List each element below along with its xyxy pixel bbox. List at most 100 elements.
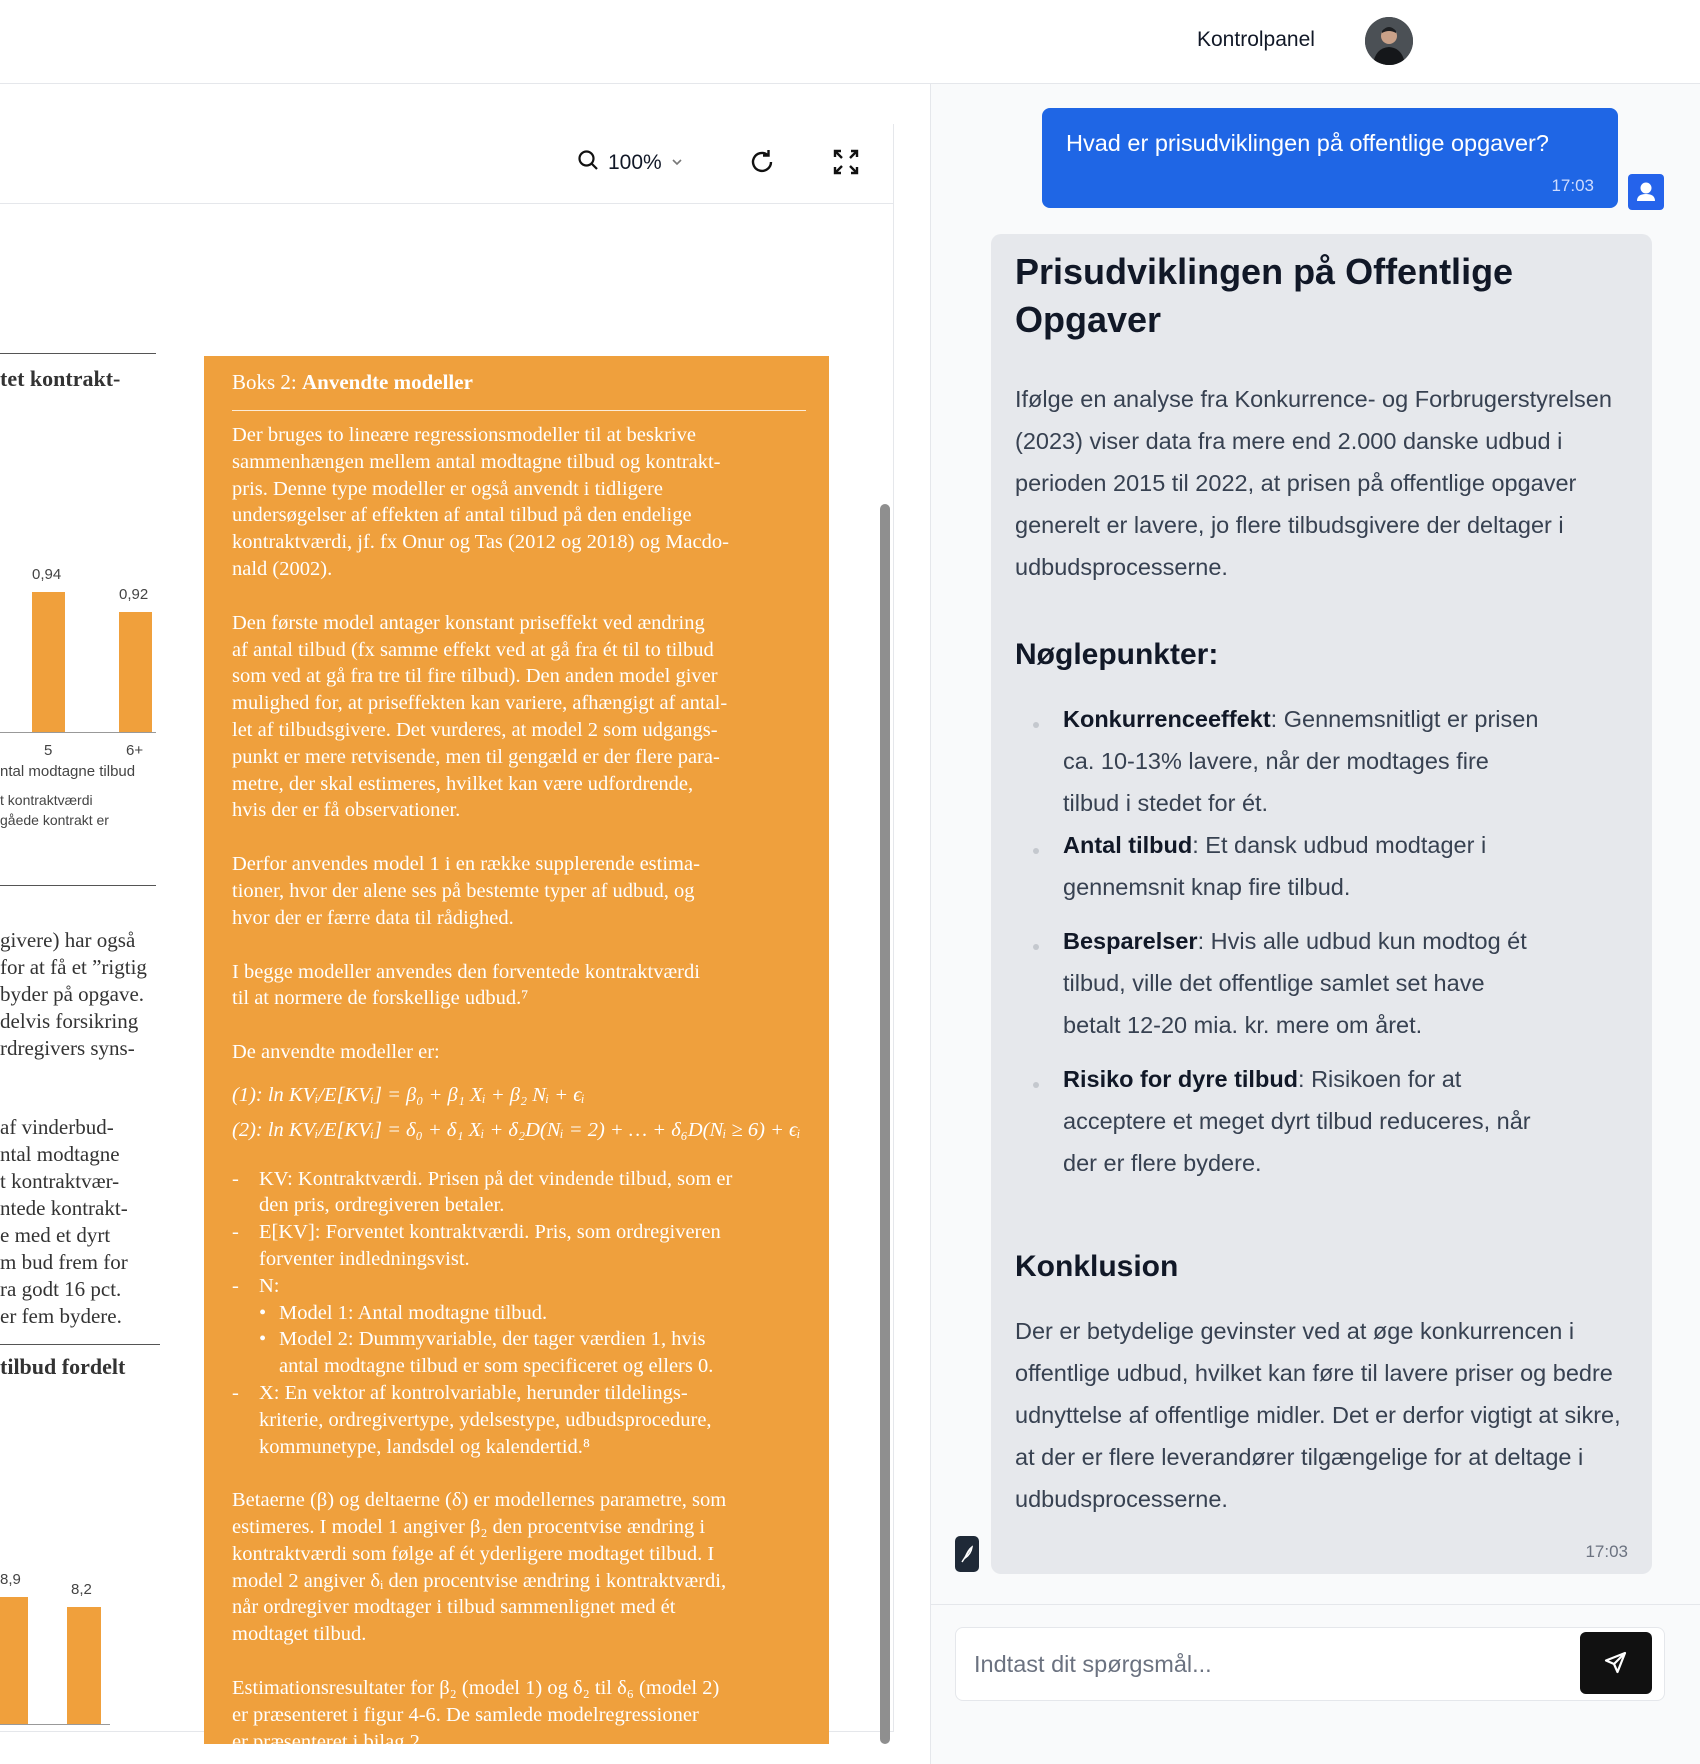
- avatar[interactable]: [1365, 17, 1413, 65]
- keypoint-label: Antal tilbud: [1063, 832, 1193, 858]
- document-viewer: 100% tet kontrakt- 0,94 0,92 5 6+ ntal m…: [0, 84, 930, 1764]
- zoom-dropdown[interactable]: 100%: [576, 148, 684, 178]
- chat-panel: Hvad er prisudviklingen på offentlige op…: [930, 84, 1700, 1764]
- list-item: N:: [232, 1273, 817, 1300]
- box-title-prefix: Boks 2:: [232, 370, 303, 394]
- keypoint-label: Besparelser: [1063, 928, 1198, 954]
- text-line: for at få et ”rigtig: [0, 955, 147, 979]
- chart-bar: [119, 612, 152, 732]
- message-timestamp: 17:03: [1551, 176, 1594, 195]
- section-heading: tet kontrakt-: [0, 366, 121, 391]
- chart-note: gåede kontrakt er: [0, 812, 109, 828]
- keypoint-item: Antal tilbud: Et dansk udbud modtager i …: [1063, 824, 1543, 908]
- list-item: Model 1: Antal modtagne tilbud.: [232, 1300, 817, 1327]
- conclusion-text: Der er betydelige gevinster ved at øge k…: [1015, 1318, 1621, 1512]
- text-line: er fem bydere.: [0, 1304, 122, 1328]
- rotate-button[interactable]: [746, 146, 778, 178]
- zoom-value: 100%: [608, 151, 662, 174]
- text-line: e med et dyrt: [0, 1223, 111, 1247]
- text-line: rdregivers syns-: [0, 1036, 135, 1060]
- keypoint-label: Risiko for dyre tilbud: [1063, 1066, 1299, 1092]
- bullet-icon: [1033, 944, 1039, 950]
- chart-note: t kontraktværdi: [0, 792, 93, 808]
- document-page: tet kontrakt- 0,94 0,92 5 6+ ntal modtag…: [0, 244, 880, 1744]
- keypoints-heading: Nøglepunkter:: [1015, 638, 1219, 671]
- box-divider: [232, 410, 806, 411]
- chart-axis: [0, 1724, 110, 1725]
- text-line: ntal modtagne: [0, 1142, 120, 1166]
- list-item: Model 2: Dummyvariable, der tager værdie…: [232, 1326, 817, 1380]
- user-message-bubble: Hvad er prisudviklingen på offentlige op…: [1042, 108, 1618, 208]
- user-message-text: Hvad er prisudviklingen på offentlige op…: [1066, 130, 1549, 156]
- expand-icon: [833, 149, 859, 175]
- text-line: m bud frem for: [0, 1250, 128, 1274]
- chevron-down-icon: [670, 151, 684, 175]
- formula-2: (2): ln KVᵢ/E[KVᵢ] = δ₀ + δ₁ Xᵢ + δ₂D(Nᵢ…: [232, 1118, 801, 1141]
- chart-bar: [67, 1607, 101, 1724]
- send-button[interactable]: [1580, 1632, 1652, 1694]
- keypoint-item: Konkurrenceeffekt: Gennemsnitligt er pri…: [1063, 698, 1543, 824]
- document-toolbar: 100%: [0, 124, 894, 204]
- axis-tick-label: 5: [44, 742, 53, 759]
- box-title: Boks 2: Anvendte modeller: [232, 370, 473, 395]
- keypoint-label: Konkurrenceeffekt: [1063, 706, 1271, 732]
- box-paragraph: Den første model antager konstant prisef…: [232, 611, 728, 822]
- assistant-message-bubble: Prisudviklingen på Offentlige Opgaver If…: [991, 234, 1652, 1574]
- divider: [0, 353, 156, 354]
- axis-label: ntal modtagne tilbud: [0, 763, 136, 780]
- list-item: KV: Kontraktværdi. Prisen på det vindend…: [232, 1166, 817, 1220]
- section-heading: tilbud fordelt: [0, 1354, 126, 1379]
- bullet-icon: [1033, 722, 1039, 728]
- bullet-icon: [1033, 1082, 1039, 1088]
- send-icon: [1604, 1651, 1627, 1674]
- document-frame: 100% tet kontrakt- 0,94 0,92 5 6+ ntal m…: [0, 124, 894, 1744]
- page-left-column: tet kontrakt- 0,94 0,92 5 6+ ntal modtag…: [0, 244, 160, 1744]
- divider: [0, 885, 156, 886]
- keypoint-item: Risiko for dyre tilbud: Risikoen for at …: [1063, 1058, 1543, 1184]
- nav-link-kontrolpanel[interactable]: Kontrolpanel: [1197, 28, 1315, 52]
- text-line: t kontraktvær-: [0, 1169, 120, 1193]
- user-icon: [1628, 174, 1664, 210]
- fullscreen-button[interactable]: [830, 146, 862, 178]
- text-line: ra godt 16 pct.: [0, 1277, 122, 1301]
- chart-axis: [0, 732, 156, 733]
- chart-bar: [0, 1597, 28, 1724]
- axis-tick-label: 6+: [126, 742, 144, 759]
- chat-input[interactable]: [974, 1646, 1554, 1682]
- box-paragraph: Betaerne (β) og deltaerne (δ) er modelle…: [232, 1489, 727, 1646]
- variable-list: KV: Kontraktværdi. Prisen på det vindend…: [232, 1166, 817, 1461]
- keypoint-item: Besparelser: Hvis alle udbud kun modtog …: [1063, 920, 1543, 1046]
- search-icon: [576, 148, 600, 178]
- box-paragraph: De anvendte modeller er:: [232, 1041, 440, 1064]
- list-item: X: En vektor af kontrolvariable, herunde…: [232, 1380, 817, 1460]
- answer-intro: Ifølge en analyse fra Konkurrence- og Fo…: [1015, 386, 1612, 580]
- message-timestamp: 17:03: [1585, 1542, 1628, 1561]
- divider: [0, 1344, 160, 1345]
- bar-value-label: 8,9: [0, 1571, 21, 1588]
- answer-title: Prisudviklingen på Offentlige Opgaver: [1015, 251, 1514, 340]
- refresh-icon: [751, 150, 773, 173]
- top-bar: Kontrolpanel: [0, 0, 1700, 84]
- text-line: ntede kontrakt-: [0, 1196, 128, 1220]
- bar-value-label: 8,2: [71, 1581, 92, 1598]
- box-paragraph: Der bruges to lineære regressionsmodelle…: [232, 424, 729, 580]
- bar-value-label: 0,94: [32, 566, 62, 583]
- chart-bar: [32, 592, 65, 732]
- text-line: delvis forsikring: [0, 1009, 139, 1033]
- text-line: af vinderbud-: [0, 1115, 114, 1139]
- list-item: E[KV]: Forventet kontraktværdi. Pris, so…: [232, 1219, 817, 1273]
- conclusion-heading: Konklusion: [1015, 1250, 1179, 1283]
- chat-input-area: [931, 1604, 1700, 1764]
- document-scrollbar[interactable]: [880, 504, 890, 1744]
- chat-input-container: [955, 1627, 1665, 1701]
- assistant-icon: [955, 1536, 979, 1572]
- box-title-bold: Anvendte modeller: [302, 370, 473, 394]
- bar-value-label: 0,92: [119, 586, 149, 603]
- model-box: Boks 2: Anvendte modeller Der bruges to …: [204, 356, 829, 1744]
- text-line: givere) har også: [0, 928, 136, 952]
- box-paragraph: I begge modeller anvendes den forventede…: [232, 960, 700, 1010]
- formula-1: (1): ln KVᵢ/E[KVᵢ] = β₀ + β₁ Xᵢ + β₂ Nᵢ …: [232, 1083, 585, 1106]
- box-paragraph: Estimationsresultater for β₂ (model 1) o…: [232, 1677, 720, 1744]
- box-body: Der bruges to lineære regressionsmodelle…: [232, 422, 817, 1744]
- box-paragraph: Derfor anvendes model 1 i en række suppl…: [232, 853, 700, 929]
